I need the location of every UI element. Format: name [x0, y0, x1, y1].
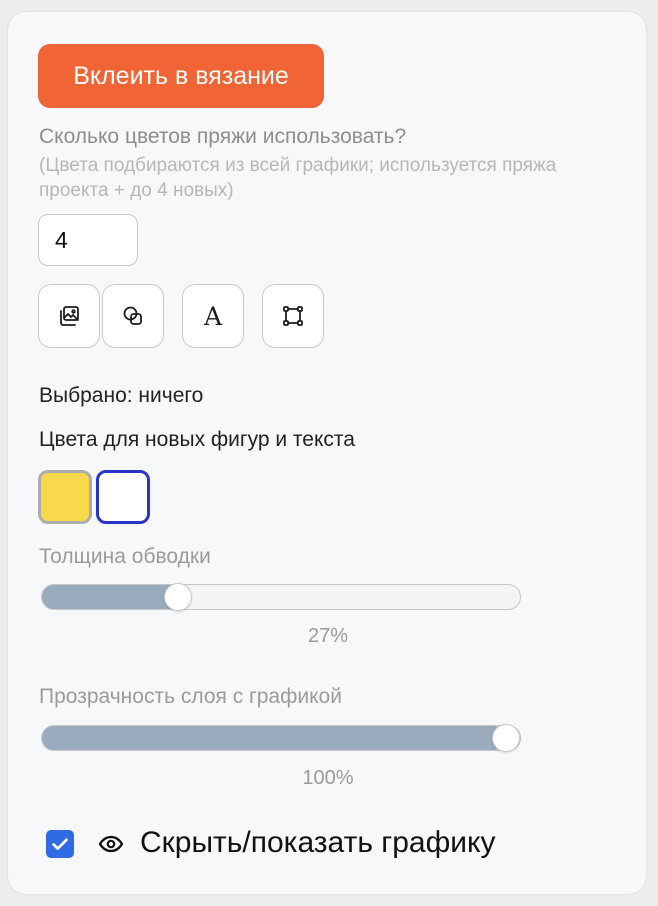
stroke-width-slider-thumb[interactable]	[163, 583, 192, 611]
image-icon	[60, 306, 79, 326]
stroke-width-label: Толщина обводки	[39, 545, 211, 568]
yarn-count-label: Сколько цветов пряжи использовать?	[39, 125, 407, 148]
stroke-width-slider[interactable]	[41, 583, 521, 611]
layer-opacity-slider-thumb[interactable]	[492, 724, 520, 752]
transform-button[interactable]	[262, 284, 324, 348]
yarn-count-input[interactable]	[38, 214, 138, 266]
layer-opacity-value: 100%	[302, 767, 354, 789]
shapes-icon	[123, 306, 142, 325]
eye-icon	[98, 835, 124, 853]
add-image-button[interactable]	[38, 284, 100, 348]
bounding-box-icon	[283, 306, 303, 326]
checkmark-icon	[52, 838, 68, 850]
toggle-graphics-label[interactable]: Скрыть/показать графику	[140, 826, 496, 860]
layer-opacity-label: Прозрачность слоя с графикой	[39, 685, 342, 708]
toggle-graphics-checkbox[interactable]	[46, 830, 74, 858]
yarn-count-hint: (Цвета подбираются из всей графики; испо…	[39, 155, 557, 201]
fill-color-swatch[interactable]	[38, 470, 92, 524]
layer-opacity-slider[interactable]	[41, 724, 521, 752]
graphics-panel: Вклеить в вязание Сколько цветов пряжи и…	[8, 12, 646, 894]
selection-status: Выбрано: ничего	[39, 384, 204, 407]
add-shape-button[interactable]	[102, 284, 164, 348]
add-text-button[interactable]: A	[182, 284, 244, 348]
stroke-color-swatch[interactable]	[96, 470, 150, 524]
new-shape-colors-heading: Цвета для новых фигур и текста	[39, 428, 355, 451]
text-icon: A	[203, 301, 223, 331]
stroke-width-slider-fill	[42, 585, 178, 609]
stroke-width-value: 27%	[307, 625, 349, 647]
embed-into-knitting-button[interactable]: Вклеить в вязание	[38, 44, 324, 108]
layer-opacity-slider-fill	[42, 726, 506, 750]
